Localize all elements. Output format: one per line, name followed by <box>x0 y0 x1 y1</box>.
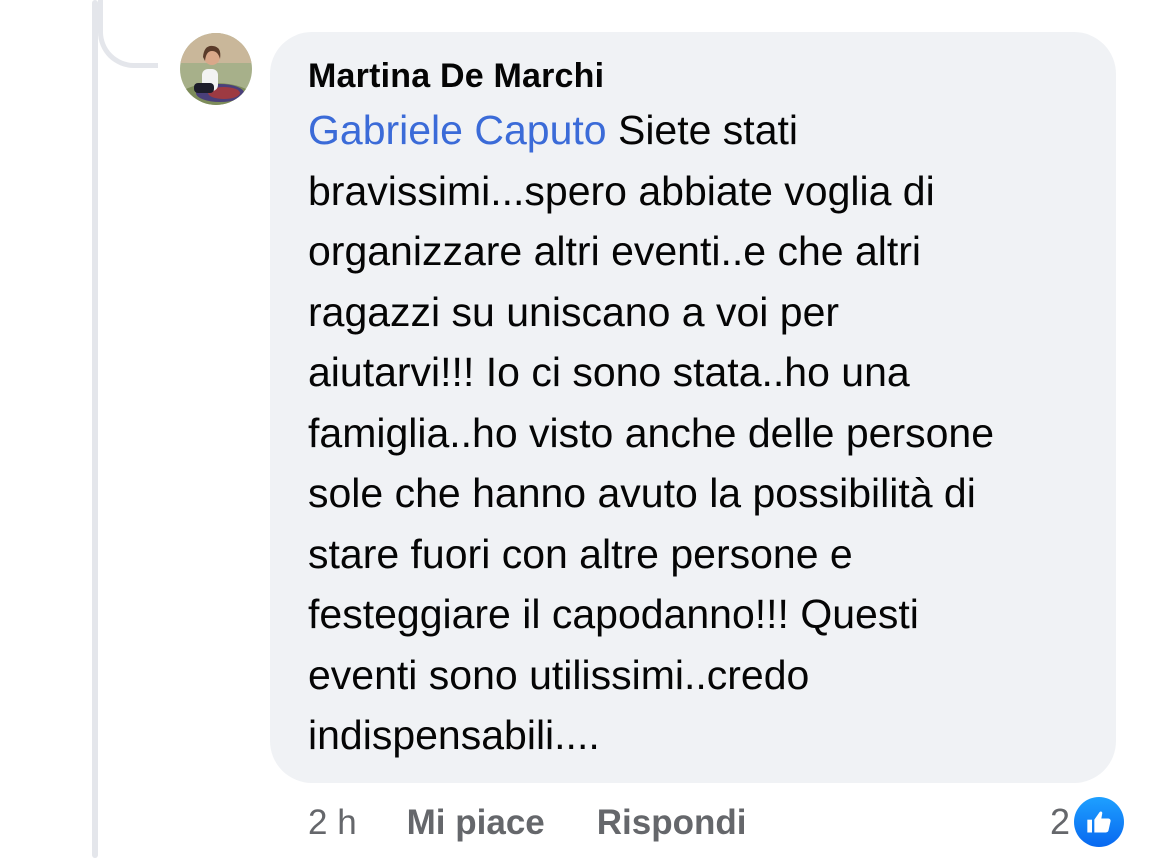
reaction-summary[interactable]: 2 <box>1050 796 1125 848</box>
comment-line: organizzare altri eventi..e che altri <box>308 228 922 274</box>
comment-actions: 2 h Mi piace Rispondi <box>308 798 746 848</box>
comment-line: aiutarvi!!! Io ci sono stata..ho una <box>308 349 910 395</box>
thread-connector <box>98 0 158 68</box>
avatar-photo-icon <box>180 33 252 105</box>
comment-line: eventi sono utilissimi..credo <box>308 651 810 698</box>
comment-text: Gabriele Caputo Siete stati bravissimi...… <box>308 100 1098 766</box>
comment-thread: Martina De Marchi Gabriele Caputo Siete … <box>0 0 1170 858</box>
thumbs-up-icon <box>1074 797 1125 847</box>
thread-line <box>92 0 98 858</box>
comment-line: festeggiare il capodanno!!! Questi <box>308 591 919 637</box>
reply-button[interactable]: Rispondi <box>597 803 747 843</box>
comment-line: bravissimi...spero abbiate voglia di <box>308 167 935 214</box>
avatar[interactable] <box>180 33 252 105</box>
comment-line: indispensabili.... <box>308 712 600 758</box>
comment-line: Siete stati <box>606 107 799 153</box>
like-button[interactable]: Mi piace <box>407 803 545 843</box>
mention-link[interactable]: Gabriele Caputo <box>308 107 607 153</box>
reaction-count: 2 <box>1050 801 1071 842</box>
comment-line: famiglia..ho visto anche delle persone <box>308 409 995 456</box>
comment-timestamp[interactable]: 2 h <box>308 803 357 843</box>
comment-author[interactable]: Martina De Marchi <box>308 56 1086 96</box>
comment-line: stare fuori con altre persone e <box>308 530 853 577</box>
comment-bubble: Martina De Marchi Gabriele Caputo Siete … <box>270 32 1116 783</box>
comment-line: ragazzi su uniscano a voi per <box>308 288 840 335</box>
comment-line: sole che hanno avuto la possibilità di <box>308 470 976 516</box>
